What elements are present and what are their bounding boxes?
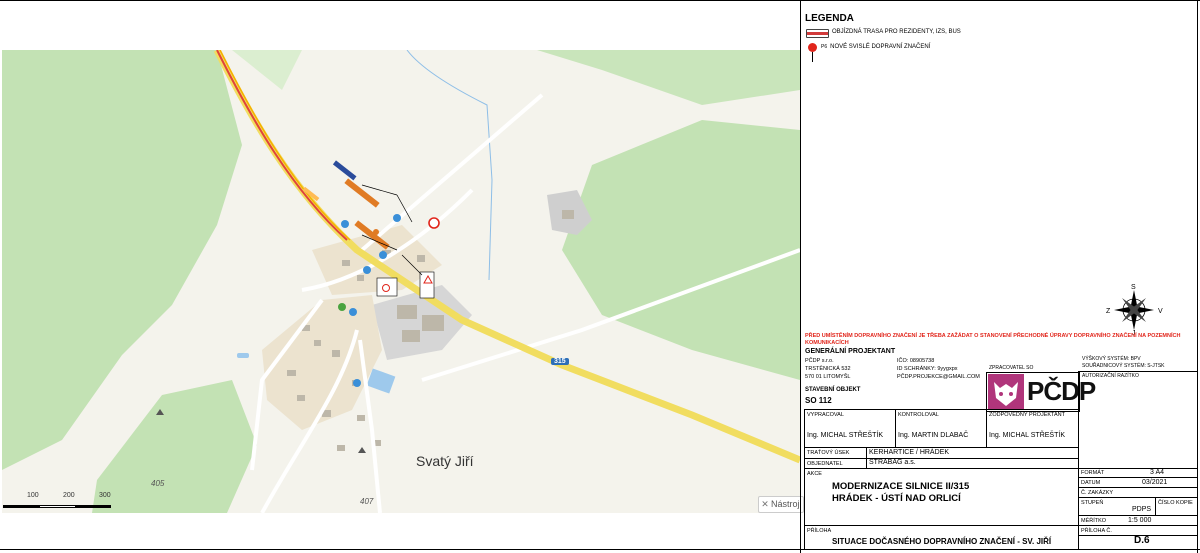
scale-tick: 300 [99,492,111,499]
appendix-value: D.6 [1134,535,1150,546]
warning-text: PŘED UMÍSTĚNÍM DOPRAVNÍHO ZNAČENÍ JE TŘE… [805,333,1181,346]
drawing-sheet: Svatý Jiří 405 407 315 ✕ Nástroj 100 200 … [0,0,1200,553]
role-name: Ing. MARTIN DLABAČ [898,432,969,439]
client-label: OBJEDNATEL [807,461,843,467]
processor-label: ZPRACOVATEL SO [989,365,1034,371]
map-canvas [2,50,800,513]
role-name: Ing. MICHAL STŘEŠTÍK [989,432,1065,439]
legend-item-label: OBJÍZDNÁ TRASA PRO REZIDENTY, IZS, BUS [832,29,961,35]
map-tool-label: Nástroj [771,499,800,509]
scale-bar: 100 200 300 [3,492,111,512]
tools-icon: ✕ [761,499,769,509]
north-arrow-compass: Z V S J [1106,284,1163,336]
village-label: Svatý Jiří [416,453,474,469]
scale-tick: 100 [27,492,39,499]
building-object-value: SO 112 [805,396,832,405]
coordinate-systems: VÝŠKOVÝ SYSTÉM: BPV SOUŘADNICOVÝ SYSTÉM:… [1082,356,1165,369]
client-value: STRABAG a.s. [869,459,916,466]
role-label: KONTROLOVAL [898,412,939,418]
legend-title: LEGENDA [805,13,854,24]
compass-west: Z [1106,308,1111,315]
track-section-value: KERHARTICE / HRÁDEK [869,449,949,456]
logo-text: PČDP [1027,376,1096,406]
road-number-badge: 315 [551,358,569,365]
date-label: DATUM [1081,480,1101,486]
copy-number-label: ČÍSLO KOPIE [1158,500,1193,506]
traffic-sign-symbol [808,43,817,52]
authorization-stamp-label: AUTORIZAČNÍ RAZÍTKO [1082,373,1139,379]
scale-label: MĚŘÍTKO [1081,518,1107,524]
action-line-1: MODERNIZACE SILNICE II/315 [832,481,970,492]
date-value: 03/2021 [1142,479,1168,486]
track-section-label: TRAŤOVÝ ÚSEK [807,450,850,456]
spot-height-label: 407 [360,497,374,506]
format-value: 3 A4 [1150,469,1165,476]
company-logo: PČDP [986,372,1096,412]
compass-east: V [1158,308,1163,315]
company-ids: IČO: 08905738 ID SCHRÁNKY: 9yygxpx PČDP.… [897,358,980,380]
format-label: FORMÁT [1081,470,1105,476]
scale-tick: 200 [63,492,75,499]
appendix-label: PŘÍLOHA Č. [1081,528,1112,534]
action-label: AKCE [807,471,822,477]
building-object-label: STAVEBNÍ OBJEKT [805,387,861,393]
map-view[interactable]: Svatý Jiří 405 407 315 [2,50,800,513]
stage-value: PDPS [1132,506,1152,513]
attachment-value: SITUACE DOČASNÉHO DOPRAVNÍHO ZNAČENÍ - S… [832,537,1052,546]
legend-item-label: P6 NOVÉ SVISLÉ DOPRAVNÍ ZNAČENÍ [821,44,931,50]
role-label: VYPRACOVAL [807,412,844,418]
frame-divider [800,0,801,553]
action-line-2: HRÁDEK - ÚSTÍ NAD ORLICÍ [832,493,961,504]
scale-value: 1:5 000 [1128,517,1152,524]
order-label: Č. ZAKÁZKY [1081,490,1114,496]
attachment-label: PŘÍLOHA [807,528,832,534]
mask-logo-icon [988,374,1024,410]
detour-route-symbol [806,29,829,38]
stage-label: STUPEŇ [1081,500,1104,506]
role-name: Ing. MICHAL STŘEŠTÍK [807,432,883,439]
company-address: PČDP s.r.o. TRSTĚNICKÁ 532 570 01 LITOMY… [805,358,851,380]
map-tool-button[interactable]: ✕ Nástroj [758,496,804,513]
compass-north: S [1131,284,1136,291]
general-project-title: GENERÁLNÍ PROJEKTANT [805,348,896,355]
spot-height-label: 405 [151,479,165,488]
role-label: ZODPOVĚDNÝ PROJEKTANT [989,412,1065,418]
